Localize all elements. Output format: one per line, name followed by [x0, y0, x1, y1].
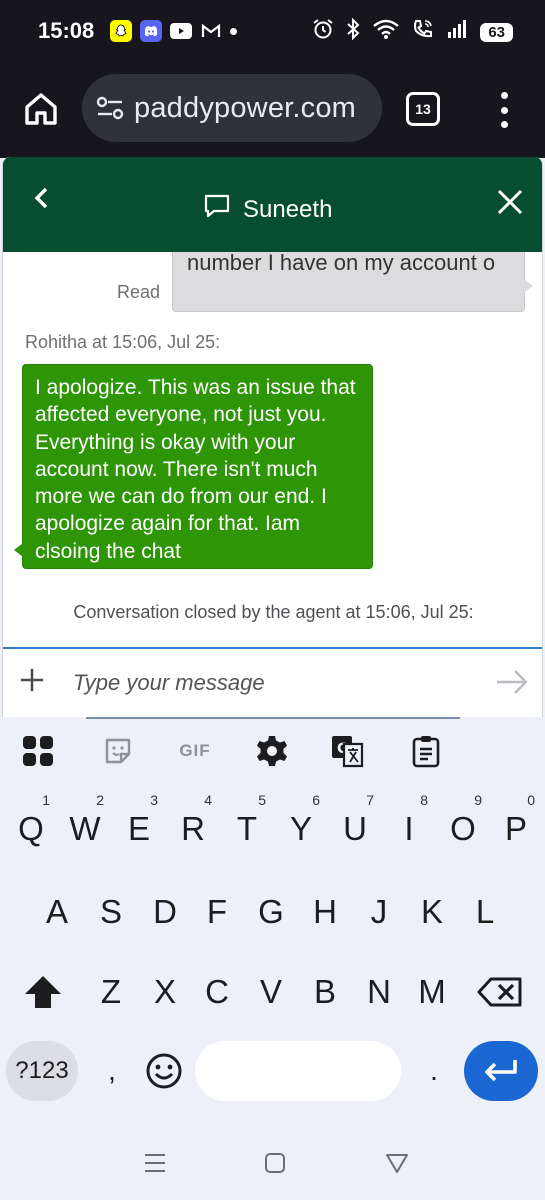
send-arrow-icon[interactable]	[495, 667, 529, 697]
agent-name: Suneeth	[243, 195, 333, 223]
key-t[interactable]: T5	[220, 793, 274, 859]
key-g[interactable]: G	[244, 882, 298, 942]
key-n[interactable]: N	[352, 962, 406, 1022]
key-e[interactable]: E3	[112, 793, 166, 859]
site-settings-icon[interactable]	[96, 96, 124, 120]
message-input[interactable]	[73, 663, 463, 703]
recents-icon[interactable]	[142, 1150, 168, 1176]
youtube-icon	[170, 23, 192, 39]
key-d[interactable]: D	[138, 882, 192, 942]
key-p[interactable]: P0	[489, 793, 543, 859]
notification-icons	[110, 20, 237, 42]
key-j[interactable]: J	[352, 882, 406, 942]
key-w[interactable]: W2	[58, 793, 112, 859]
key-y[interactable]: Y6	[274, 793, 328, 859]
shift-icon[interactable]	[16, 962, 70, 1022]
more-notifications-dot	[230, 27, 237, 35]
message-composer	[3, 647, 542, 717]
key-h[interactable]: H	[298, 882, 352, 942]
chat-header: Suneeth	[3, 157, 542, 252]
enter-key[interactable]	[464, 1041, 538, 1101]
snapchat-icon	[110, 20, 132, 42]
back-chevron-icon[interactable]	[27, 183, 57, 213]
sticker-icon[interactable]	[98, 731, 138, 771]
key-f[interactable]: F	[190, 882, 244, 942]
attach-plus-icon[interactable]	[19, 667, 45, 693]
key-period[interactable]: .	[422, 1041, 446, 1101]
key-s[interactable]: S	[84, 882, 138, 942]
agent-sender-label: Rohitha at 15:06, Jul 25:	[25, 332, 221, 352]
address-bar[interactable]: paddypower.com	[82, 74, 382, 142]
key-row-3: Z X C V B N M	[0, 962, 545, 1022]
wifi-calling-icon	[412, 18, 434, 46]
settings-gear-icon[interactable]	[252, 731, 292, 771]
tab-switcher-button[interactable]: 13	[406, 92, 440, 126]
close-icon[interactable]	[495, 187, 525, 217]
message-list: number I have on my account o Read Rohit…	[3, 252, 542, 646]
key-r[interactable]: R4	[166, 793, 220, 859]
key-i[interactable]: I8	[382, 793, 436, 859]
key-o[interactable]: O9	[436, 793, 490, 859]
keyboard-handle	[86, 717, 460, 719]
key-z[interactable]: Z	[84, 962, 138, 1022]
bluetooth-icon	[346, 17, 360, 46]
key-b[interactable]: B	[298, 962, 352, 1022]
home-icon[interactable]	[22, 90, 60, 128]
key-v[interactable]: V	[244, 962, 298, 1022]
key-c[interactable]: C	[190, 962, 244, 1022]
space-bar[interactable]	[195, 1041, 401, 1101]
translate-icon[interactable]: G	[328, 731, 368, 771]
enter-arrow-icon	[485, 1060, 517, 1082]
home-button-icon[interactable]	[262, 1150, 288, 1176]
keyboard-toolbar: GIF G	[0, 731, 545, 771]
apps-icon[interactable]	[18, 731, 58, 771]
signal-icon	[446, 18, 468, 46]
browser-toolbar: paddypower.com 13	[0, 64, 545, 158]
url-text[interactable]: paddypower.com	[134, 92, 378, 125]
discord-icon	[140, 20, 162, 42]
chat-title: Suneeth	[203, 193, 332, 226]
key-x[interactable]: X	[138, 962, 192, 1022]
agent-message-bubble: I apologize. This was an issue that affe…	[14, 364, 373, 569]
key-l[interactable]: L	[458, 882, 512, 942]
status-time: 15:08	[38, 18, 95, 43]
system-icons: 63	[312, 17, 513, 46]
gmail-icon	[200, 20, 222, 42]
chat-bubble-icon	[203, 193, 231, 226]
key-row-1: Q1 W2 E3 R4 T5 Y6 U7 I8 O9 P0	[0, 793, 545, 859]
conversation-closed-note: Conversation closed by the agent at 15:0…	[73, 602, 474, 622]
key-u[interactable]: U7	[328, 793, 382, 859]
battery-indicator: 63	[480, 22, 513, 42]
system-nav-bar	[0, 1120, 545, 1200]
key-row-2: A S D F G H J K L	[0, 882, 545, 942]
wifi-icon	[372, 18, 400, 46]
chat-window: Suneeth number I have on my account o Re…	[2, 157, 543, 717]
read-receipt: Read	[117, 282, 161, 302]
status-bar: 15:08 63	[0, 0, 545, 64]
key-q[interactable]: Q1	[4, 793, 58, 859]
browser-menu-icon[interactable]	[494, 90, 514, 130]
backspace-icon[interactable]	[472, 962, 528, 1022]
key-m[interactable]: M	[405, 962, 459, 1022]
symbols-key[interactable]: ?123	[6, 1041, 78, 1101]
emoji-icon[interactable]	[144, 1051, 184, 1091]
alarm-icon	[312, 18, 334, 46]
onscreen-keyboard: GIF G Q1 W2 E3 R4 T5 Y6 U7 I8 O9 P0 A S …	[0, 717, 545, 1200]
gif-button[interactable]: GIF	[172, 731, 218, 771]
back-triangle-icon[interactable]	[384, 1150, 410, 1176]
key-a[interactable]: A	[30, 882, 84, 942]
key-k[interactable]: K	[405, 882, 459, 942]
key-comma[interactable]: ,	[100, 1041, 124, 1101]
user-message-bubble: number I have on my account o	[172, 252, 533, 312]
clipboard-icon[interactable]	[406, 731, 446, 771]
